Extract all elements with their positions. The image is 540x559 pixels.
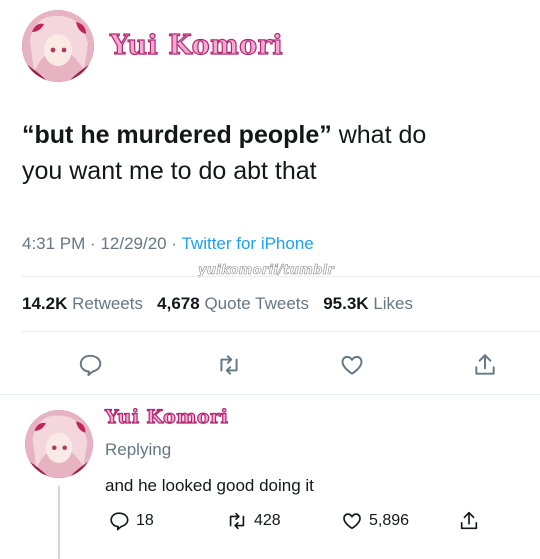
thread-line: [58, 486, 60, 559]
meta-separator: ·: [171, 234, 178, 253]
like-icon[interactable]: [337, 350, 367, 380]
share-icon: [460, 511, 478, 530]
reply-icon: [110, 512, 129, 531]
reply-share-action[interactable]: [458, 510, 480, 532]
reply-retweet-action[interactable]: 428: [226, 510, 281, 532]
avatar-illustration: [25, 410, 93, 478]
avatar-illustration: [22, 10, 94, 82]
reply-count: 18: [136, 512, 154, 529]
retweet-icon[interactable]: [214, 350, 244, 380]
tweet-time[interactable]: 4:31 PM: [22, 234, 85, 253]
share-icon[interactable]: [470, 350, 500, 380]
retweet-icon: [229, 512, 245, 530]
retweet-count: 428: [254, 512, 281, 529]
reply-author-display-name[interactable]: Yui Komori: [104, 405, 228, 428]
like-icon: [343, 513, 361, 530]
replying-label: Replying: [105, 440, 172, 459]
divider-middle: [22, 331, 540, 332]
reply-text: and he looked good doing it: [105, 476, 314, 495]
like-count: 5,896: [369, 512, 410, 529]
tweet-meta: 4:31 PM · 12/29/20 · Twitter for iPhone: [22, 234, 314, 254]
tweet-text-quote: “but he murdered people”: [22, 121, 332, 149]
reply-reply-action[interactable]: 18: [108, 510, 154, 532]
reply-icon[interactable]: [75, 350, 105, 380]
retweets-stat[interactable]: 14.2K Retweets: [22, 294, 143, 313]
quote-tweets-stat[interactable]: 4,678 Quote Tweets: [157, 294, 309, 313]
meta-separator: ·: [90, 234, 96, 253]
tweet-date[interactable]: 12/29/20: [100, 234, 166, 253]
author-avatar[interactable]: [22, 10, 94, 82]
tweet-text-line1-rest: what do: [331, 121, 427, 149]
tweet-stats: 14.2K Retweets 4,678 Quote Tweets 95.3K …: [22, 294, 413, 314]
reply-like-action[interactable]: 5,896: [341, 510, 409, 532]
tweet-text: “but he murdered people” what do you wan…: [22, 117, 522, 189]
author-display-name[interactable]: Yui Komori: [109, 29, 283, 61]
divider-top: [22, 276, 540, 277]
tweet-source[interactable]: Twitter for iPhone: [181, 234, 313, 253]
reply-author-avatar[interactable]: [25, 410, 93, 478]
divider-bottom: [0, 394, 540, 395]
likes-stat[interactable]: 95.3K Likes: [323, 294, 413, 313]
tweet-text-line2: you want me to do abt that: [22, 157, 317, 185]
